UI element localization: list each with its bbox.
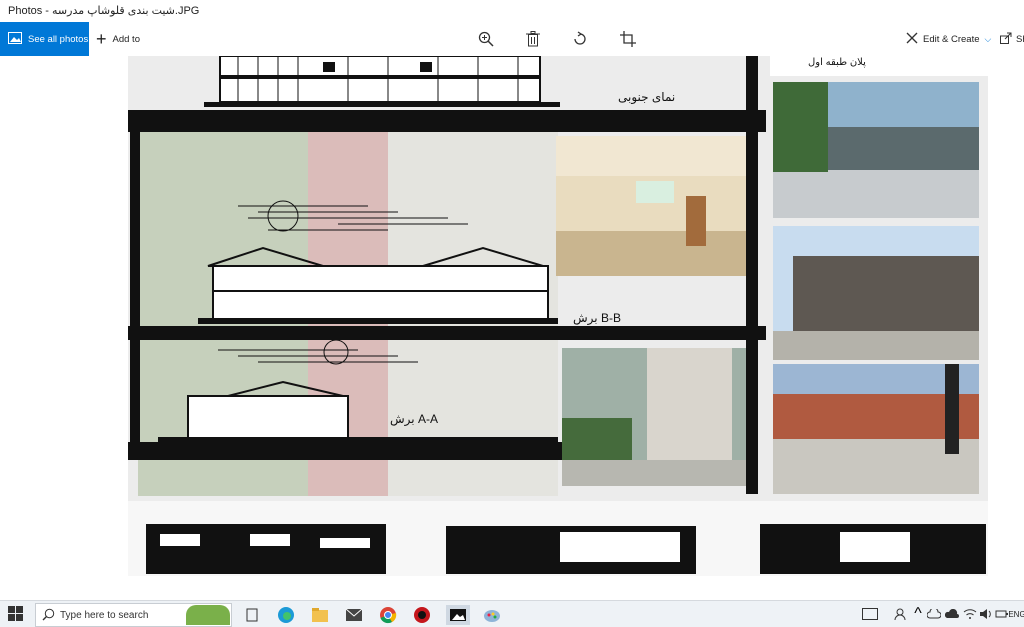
edge-button[interactable] [276, 605, 296, 625]
red-app-icon [414, 607, 430, 623]
edit-create-label: Edit & Create [923, 33, 980, 45]
add-to-label: Add to [112, 33, 140, 45]
photos-icon [8, 31, 22, 47]
photos-app-button[interactable] [446, 605, 470, 625]
mail-icon [345, 608, 363, 621]
trash-icon [526, 31, 540, 47]
edit-create-button[interactable]: Edit & Create ⌵ [906, 22, 991, 56]
crop-icon [620, 31, 636, 47]
task-view-icon [246, 608, 258, 622]
people-icon[interactable] [892, 605, 908, 623]
volume-icon[interactable] [978, 605, 994, 623]
zoom-in-button[interactable] [476, 29, 496, 49]
image-viewer[interactable]: نمای جنوبی برش B-B برش A-A پلان طبقه اول [0, 56, 1024, 600]
photos-app-icon [450, 609, 466, 621]
playground-render [773, 364, 979, 494]
elevations-drawing [146, 524, 986, 574]
see-all-photos-label: See all photos [28, 33, 89, 45]
task-view-button[interactable] [242, 605, 262, 625]
paint-button[interactable] [482, 605, 502, 625]
edge-icon [278, 607, 294, 623]
chevron-down-icon: ⌵ [984, 33, 992, 44]
first-floor-plan-label: پلان طبقه اول [808, 57, 866, 68]
architecture-sheet-image: نمای جنوبی برش B-B برش A-A پلان طبقه اول [128, 56, 988, 576]
share-icon [1000, 32, 1012, 47]
edit-icon [906, 32, 918, 47]
section-aa-drawing [158, 340, 558, 442]
section-bb-drawing [198, 200, 558, 324]
file-explorer-button[interactable] [310, 605, 330, 625]
section-bb-label: برش B-B [573, 311, 621, 325]
app-red-button[interactable] [412, 605, 432, 625]
facade-render [773, 226, 979, 360]
windows-start-button[interactable] [8, 606, 26, 624]
paint-icon [484, 610, 500, 622]
chrome-button[interactable] [378, 605, 398, 625]
language-indicator[interactable]: ENG [1008, 605, 1024, 623]
cloud-icon[interactable] [926, 605, 942, 623]
search-decoration-icon [186, 605, 230, 625]
plus-icon: + [96, 29, 107, 49]
delete-button[interactable] [523, 29, 543, 49]
south-facade-drawing [204, 56, 560, 107]
share-label: Sh [1016, 33, 1024, 45]
see-all-photos-button[interactable]: See all photos [0, 22, 89, 56]
chrome-icon [380, 607, 397, 624]
rotate-button[interactable] [570, 29, 590, 49]
taskbar-notes-icon[interactable] [860, 605, 880, 623]
zoom-icon [478, 31, 494, 47]
south-facade-label: نمای جنوبی [618, 90, 676, 104]
windows-icon [8, 606, 23, 621]
crop-button[interactable] [618, 29, 638, 49]
window-title: Photos - شیت بندی قلوشاپ مدرسه.JPG [0, 0, 1024, 22]
section-aa-label: برش A-A [390, 412, 438, 426]
building-render [562, 348, 746, 486]
mail-button[interactable] [344, 605, 364, 625]
onedrive-icon[interactable] [944, 605, 960, 623]
folder-icon [312, 608, 328, 622]
classroom-render [556, 136, 746, 276]
share-button[interactable]: Sh [1000, 22, 1024, 56]
taskbar: Type here to search ^ ENG [0, 600, 1024, 627]
rotate-icon [574, 31, 586, 45]
wifi-icon[interactable] [962, 605, 978, 623]
search-icon [42, 608, 55, 624]
add-to-button[interactable]: + Add to [96, 22, 140, 56]
chevron-up-icon[interactable]: ^ [910, 605, 926, 623]
taskbar-search-box[interactable]: Type here to search [35, 603, 232, 627]
courtyard-render [773, 82, 979, 218]
photos-toolbar: See all photos + Add to Edit & Create ⌵ … [0, 22, 1024, 56]
search-placeholder: Type here to search [60, 609, 149, 621]
